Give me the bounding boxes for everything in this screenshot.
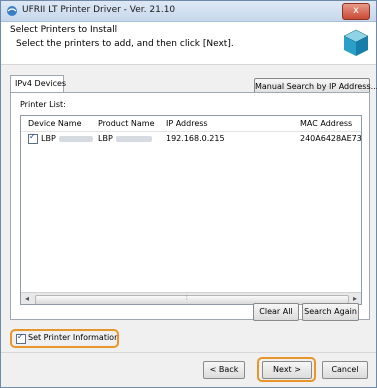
mac-address-cell: 240A6428AE73 [300, 134, 362, 143]
step-instructions: Select the printers to add, and then cli… [16, 39, 234, 49]
tab-ipv4-devices[interactable]: IPv4 Devices [10, 75, 66, 92]
clear-all-button[interactable]: Clear All [253, 303, 299, 321]
grip-icon: ⦙ [186, 294, 188, 302]
close-button[interactable]: x [342, 3, 370, 20]
installer-window: UFRII LT Printer Driver - Ver. 21.10 x S… [0, 0, 377, 388]
printer-list[interactable]: Device Name Product Name IP Address MAC … [20, 115, 362, 305]
product-name-cell: LBP [98, 134, 113, 143]
redacted-product-name [116, 136, 152, 142]
table-row[interactable]: ✓ LBP LBP 192.168.0.215 240A6428AE73 [21, 132, 361, 146]
redacted-device-name [59, 136, 93, 142]
column-ip-address[interactable]: IP Address [166, 119, 208, 128]
devices-panel: Printer List: Device Name Product Name I… [10, 92, 370, 320]
device-name-cell: LBP [41, 134, 56, 143]
checkmark-icon: ✓ [29, 132, 36, 141]
column-mac-address[interactable]: MAC Address [300, 119, 352, 128]
step-title: Select Printers to Install [10, 25, 118, 35]
title-bar[interactable]: UFRII LT Printer Driver - Ver. 21.10 x [1, 1, 376, 22]
set-printer-information-highlight [10, 329, 119, 348]
footer-divider [1, 352, 376, 353]
list-header: Device Name Product Name IP Address MAC … [21, 116, 361, 132]
search-again-button[interactable]: Search Again [302, 303, 359, 321]
ip-address-cell: 192.168.0.215 [166, 134, 225, 143]
wizard-header: Select Printers to Install Select the pr… [1, 22, 376, 65]
next-button-highlight [257, 357, 316, 382]
column-device-name[interactable]: Device Name [28, 119, 82, 128]
installer-box-icon [343, 29, 369, 56]
cancel-button[interactable]: Cancel [322, 361, 368, 379]
printer-driver-icon [7, 6, 17, 16]
back-button[interactable]: < Back [203, 361, 245, 379]
printer-list-label: Printer List: [20, 100, 66, 109]
column-product-name[interactable]: Product Name [98, 119, 155, 128]
scroll-left-icon[interactable]: ◂ [21, 293, 33, 304]
close-icon: x [353, 5, 359, 16]
window-title: UFRII LT Printer Driver - Ver. 21.10 [22, 5, 176, 15]
row-checkbox[interactable]: ✓ [28, 132, 38, 144]
